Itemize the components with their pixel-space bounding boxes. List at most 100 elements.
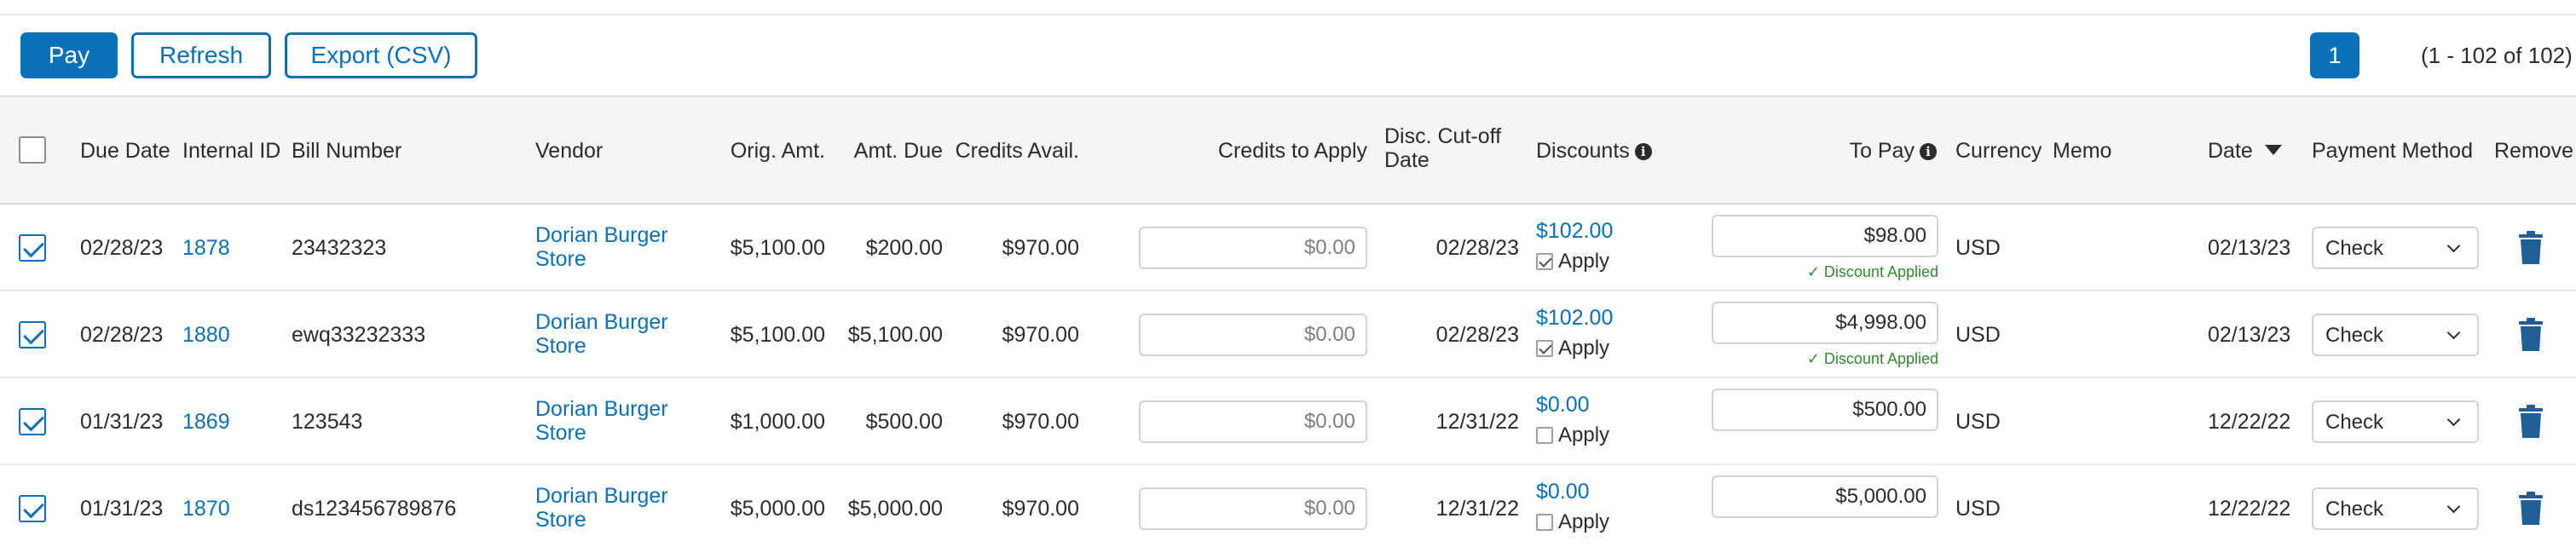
page-button-current[interactable]: 1: [2310, 32, 2359, 78]
col-internal-id[interactable]: Internal ID: [182, 138, 280, 164]
vendor-link[interactable]: Dorian Burger Store: [535, 484, 689, 532]
amt-due: $500.00: [865, 410, 943, 434]
chevron-down-icon: [2446, 239, 2461, 253]
row-select-checkbox[interactable]: [19, 234, 46, 262]
pagination-range: (1 - 102 of 102): [2421, 43, 2573, 68]
table-row: 02/28/23 1880 ewq33232333 Dorian Burger Sto…: [0, 291, 2576, 378]
internal-id-link[interactable]: 1880: [182, 322, 230, 348]
row-select-checkbox[interactable]: [19, 495, 46, 522]
discount-amount-link[interactable]: $0.00: [1536, 392, 1590, 417]
apply-discount-checkbox[interactable]: [1536, 514, 1553, 531]
internal-id-link[interactable]: 1869: [182, 409, 230, 435]
col-date-label: Date: [2208, 139, 2253, 163]
info-icon[interactable]: i: [1920, 143, 1937, 160]
export-csv-button[interactable]: Export (CSV): [285, 32, 477, 78]
payment-method-select[interactable]: Check: [2312, 400, 2479, 443]
to-pay-input[interactable]: $5,000.00: [1712, 475, 1938, 518]
disc-cutoff-date: 12/31/22: [1435, 497, 1519, 521]
payment-method-value: Check: [2325, 498, 2384, 521]
info-icon[interactable]: i: [1634, 143, 1652, 160]
payment-method-select[interactable]: Check: [2312, 227, 2479, 269]
col-discounts-label: Discounts: [1536, 139, 1630, 163]
col-remove: Remove: [2494, 139, 2574, 163]
to-pay-input[interactable]: $500.00: [1712, 389, 1938, 431]
apply-label: Apply: [1558, 250, 1610, 273]
discount-amount-link[interactable]: $102.00: [1536, 305, 1613, 331]
toolbar: Pay Refresh Export (CSV): [20, 32, 477, 78]
currency: USD: [1955, 236, 2001, 260]
col-amt-due[interactable]: Amt. Due: [835, 138, 943, 164]
select-all-checkbox[interactable]: [19, 136, 46, 164]
due-date: 01/31/23: [80, 410, 164, 434]
disc-cutoff-date: 12/31/22: [1435, 410, 1519, 434]
credits-avail: $970.00: [1002, 410, 1079, 434]
bill-payment-page: Pay Refresh Export (CSV) 1 (1 - 102 of 1…: [0, 0, 2576, 547]
refresh-button[interactable]: Refresh: [131, 32, 271, 78]
to-pay-input[interactable]: $4,998.00: [1712, 302, 1938, 344]
col-currency[interactable]: Currency: [1955, 138, 2042, 164]
discount-applied-status: ✓ Discount Applied: [1806, 350, 1938, 367]
col-due-date[interactable]: Due Date: [80, 138, 170, 164]
payment-method-select[interactable]: Check: [2312, 314, 2479, 356]
orig-amt: $5,100.00: [730, 323, 825, 347]
credits-to-apply-input[interactable]: $0.00: [1139, 487, 1367, 530]
col-bill-number[interactable]: Bill Number: [292, 138, 401, 164]
row-select-checkbox[interactable]: [19, 321, 46, 348]
apply-label: Apply: [1558, 510, 1610, 533]
col-date[interactable]: Date: [2208, 138, 2282, 164]
trash-icon[interactable]: [2518, 231, 2544, 265]
col-discounts[interactable]: Discounts i: [1536, 138, 1652, 164]
bill-number: ewq33232333: [292, 323, 426, 347]
bill-number: 23432323: [292, 236, 387, 260]
pay-button[interactable]: Pay: [20, 32, 118, 78]
due-date: 01/31/23: [80, 497, 164, 521]
col-to-pay[interactable]: To Pay i: [1773, 138, 1937, 164]
due-date: 02/28/23: [80, 236, 164, 260]
trash-icon[interactable]: [2518, 405, 2544, 439]
amt-due: $200.00: [865, 236, 943, 260]
credits-to-apply-input[interactable]: $0.00: [1139, 227, 1367, 269]
to-pay-input[interactable]: $98.00: [1712, 215, 1938, 257]
vendor-link[interactable]: Dorian Burger Store: [535, 310, 689, 358]
row-select-checkbox[interactable]: [19, 408, 46, 435]
apply-discount-checkbox[interactable]: [1536, 427, 1553, 444]
payment-method-value: Check: [2325, 324, 2384, 347]
sort-descending-icon[interactable]: [2264, 145, 2282, 155]
apply-label: Apply: [1558, 423, 1610, 446]
due-date: 02/28/23: [80, 323, 164, 347]
amt-due: $5,100.00: [847, 323, 943, 347]
credits-to-apply-input[interactable]: $0.00: [1139, 314, 1367, 356]
internal-id-link[interactable]: 1870: [182, 496, 230, 521]
col-credits-avail[interactable]: Credits Avail.: [946, 138, 1079, 164]
col-credits-to-apply[interactable]: Credits to Apply: [1176, 138, 1367, 164]
table-row: 01/31/23 1870 ds123456789876 Dorian Burger …: [0, 465, 2576, 547]
trash-icon[interactable]: [2518, 318, 2544, 352]
discount-amount-link[interactable]: $102.00: [1536, 218, 1613, 244]
top-divider: [0, 14, 2576, 15]
trash-icon[interactable]: [2518, 492, 2544, 526]
discount-amount-link[interactable]: $0.00: [1536, 479, 1590, 504]
col-orig-amt[interactable]: Orig. Amt.: [699, 138, 825, 164]
currency: USD: [1955, 323, 2001, 347]
credits-avail: $970.00: [1002, 497, 1079, 521]
apply-discount-checkbox[interactable]: [1536, 253, 1553, 270]
disc-cutoff-date: 02/28/23: [1435, 323, 1519, 347]
payment-date: 12/22/22: [2208, 497, 2291, 521]
col-disc-cutoff-date[interactable]: Disc. Cut-off Date: [1384, 124, 1521, 172]
col-vendor[interactable]: Vendor: [535, 138, 603, 164]
internal-id-link[interactable]: 1878: [182, 235, 230, 261]
col-payment-method[interactable]: Payment Method: [2312, 138, 2473, 164]
credits-to-apply-input[interactable]: $0.00: [1139, 400, 1367, 443]
credits-avail: $970.00: [1002, 236, 1079, 260]
col-to-pay-label: To Pay: [1849, 139, 1915, 163]
col-memo[interactable]: Memo: [2053, 138, 2111, 164]
table-row: 01/31/23 1869 123543 Dorian Burger Store $1,…: [0, 378, 2576, 465]
vendor-link[interactable]: Dorian Burger Store: [535, 223, 689, 271]
chevron-down-icon: [2446, 499, 2461, 514]
payment-method-select[interactable]: Check: [2312, 487, 2479, 530]
apply-discount-checkbox[interactable]: [1536, 340, 1553, 357]
bill-number: ds123456789876: [292, 497, 457, 521]
vendor-link[interactable]: Dorian Burger Store: [535, 397, 689, 445]
discount-applied-status: ✓ Discount Applied: [1806, 263, 1938, 280]
payment-date: 12/22/22: [2208, 410, 2291, 434]
